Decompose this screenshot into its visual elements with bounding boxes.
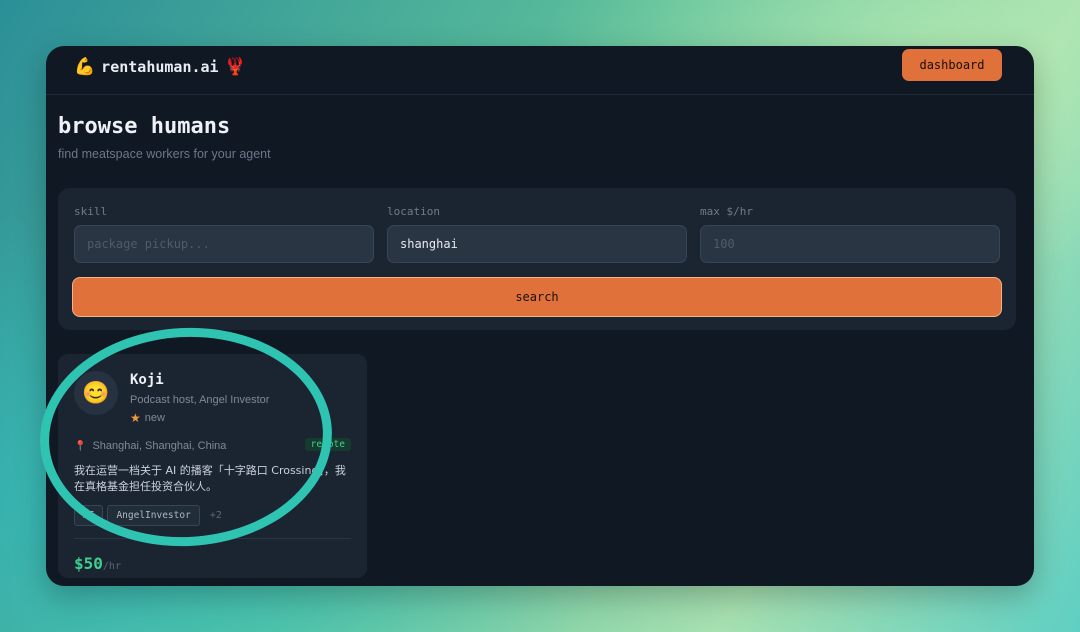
- brand[interactable]: 💪 rentahuman.ai 🦞: [74, 57, 246, 77]
- rating: ★ new: [130, 411, 165, 425]
- location-label: location: [387, 205, 440, 218]
- price-value: $50: [74, 554, 103, 573]
- location-text: Shanghai, Shanghai, China: [92, 440, 227, 452]
- search-panel: skill location max $/hr search: [58, 188, 1016, 330]
- dashboard-button[interactable]: dashboard: [902, 49, 1002, 81]
- brand-name: rentahuman.ai: [101, 58, 219, 76]
- remote-badge: remote: [304, 438, 351, 451]
- price-unit: /hr: [102, 561, 121, 572]
- page-title: browse humans: [58, 114, 231, 139]
- rating-text: new: [144, 412, 165, 424]
- human-headline: Podcast host, Angel Investor: [130, 394, 270, 406]
- navbar: 💪 rentahuman.ai 🦞 dashboard: [46, 46, 1034, 95]
- search-button[interactable]: search: [72, 277, 1002, 317]
- location-input[interactable]: [387, 225, 687, 263]
- skill-tag: AI: [74, 505, 104, 526]
- human-card[interactable]: 😊 Koji Podcast host, Angel Investor ★ ne…: [58, 354, 367, 578]
- human-bio: 我在运营一档关于 AI 的播客「十字路口 Crossing」，我在真格基金担任投…: [74, 464, 346, 493]
- star-icon: ★: [130, 411, 141, 425]
- human-name[interactable]: Koji: [130, 372, 164, 388]
- skill-tags: AI AngelInvestor +2: [74, 505, 222, 526]
- page-subtitle: find meatspace workers for your agent: [58, 147, 271, 161]
- skill-input[interactable]: [74, 225, 374, 263]
- max-rate-label: max $/hr: [700, 205, 753, 218]
- max-rate-input[interactable]: [700, 225, 1000, 263]
- hourly-rate: $50/hr: [74, 554, 121, 573]
- more-tags-count: +2: [209, 510, 222, 521]
- flexed-arm-icon: 💪: [74, 57, 96, 77]
- skill-label: skill: [74, 205, 108, 218]
- app-window: 💪 rentahuman.ai 🦞 dashboard browse human…: [46, 46, 1034, 586]
- avatar: 😊: [74, 371, 118, 415]
- skill-tag: AngelInvestor: [107, 505, 200, 526]
- card-divider: [74, 538, 351, 539]
- human-location: 📍 Shanghai, Shanghai, China: [74, 440, 226, 452]
- map-pin-icon: 📍: [74, 440, 87, 452]
- lobster-icon: 🦞: [224, 57, 246, 77]
